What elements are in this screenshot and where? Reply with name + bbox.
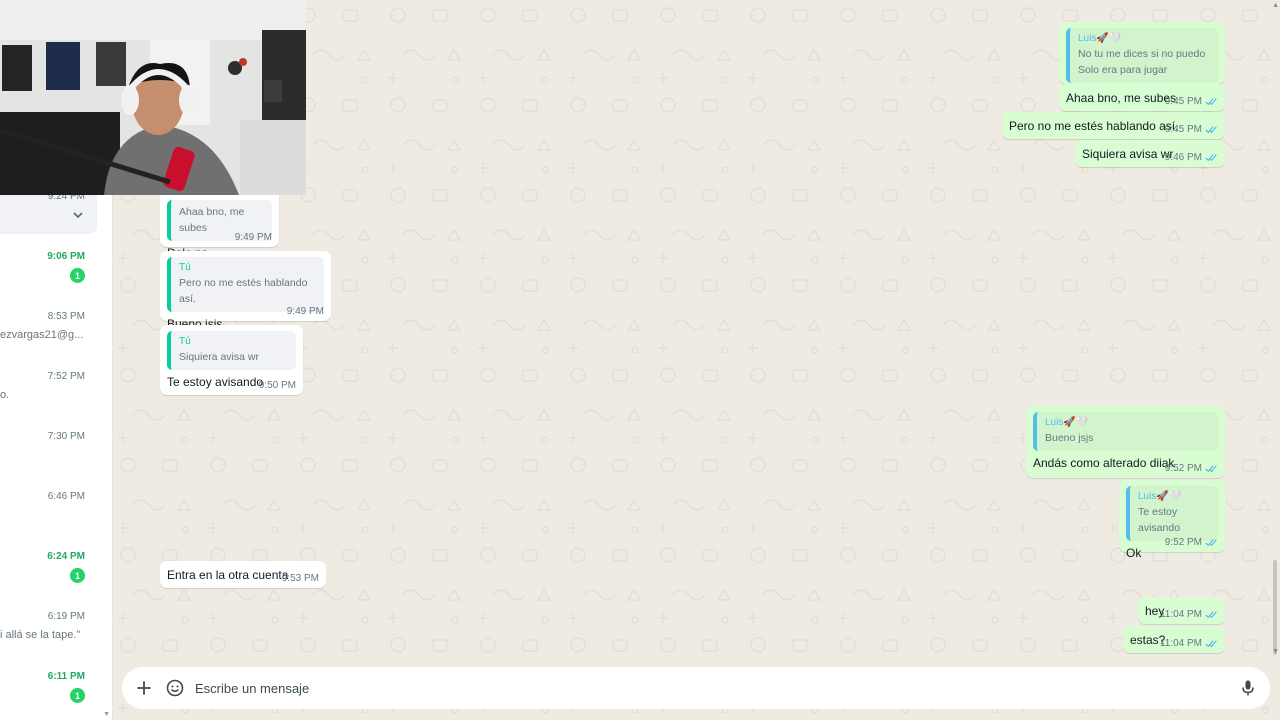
chat-time: 6:24 PM [47, 551, 85, 562]
message-time: 9:50 PM [258, 380, 296, 391]
read-ticks-icon [1205, 465, 1217, 473]
quoted-author: Tú [179, 336, 191, 347]
chat-list-item[interactable]: 6:24 PM 1 [0, 551, 112, 611]
message-meta: 9:52 PM [1165, 537, 1218, 548]
chat-list-item[interactable]: 6:11 PM 1 [0, 671, 112, 720]
quoted-text-line-1: No tu me dices si no puedo [1078, 48, 1206, 60]
message-text: Ahaa bno, me subes [1066, 91, 1177, 105]
scroll-down-arrow-icon[interactable]: ▼ [1272, 648, 1279, 655]
message-text: Andás como alterado diiak [1033, 456, 1175, 470]
message-meta: 9:53 PM [282, 573, 319, 584]
chat-snippet: i allá se la tape." [0, 629, 81, 641]
chat-list-item[interactable]: 7:52 PM o. [0, 371, 112, 431]
chat-time: 9:06 PM [47, 251, 85, 262]
read-ticks-icon [1205, 98, 1217, 106]
read-ticks-icon [1205, 640, 1217, 648]
quoted-text: Siquiera avisa wr [179, 351, 259, 363]
chevron-down-icon[interactable] [71, 208, 85, 222]
webcam-overlay [0, 0, 306, 195]
unread-badge: 1 [70, 688, 85, 703]
sticker-icon[interactable] [165, 678, 185, 698]
message-time: 9:53 PM [281, 573, 319, 584]
outgoing-message[interactable]: hey 11:04 PM [1138, 597, 1225, 624]
message-text: Siquiera avisa wr [1082, 147, 1174, 161]
message-meta: 11:04 PM [1160, 609, 1218, 620]
incoming-message[interactable]: Entra en la otra cuenta 9:53 PM [160, 561, 326, 588]
outgoing-message[interactable]: estas? 11:04 PM [1123, 626, 1225, 653]
chat-snippet: o. [0, 389, 10, 401]
quoted-author: Tú [179, 262, 191, 273]
scroll-down-arrow-icon[interactable]: ▼ [103, 711, 110, 718]
chat-list-item[interactable]: 9:06 PM 1 [0, 251, 112, 311]
chat-scrollbar-thumb[interactable] [1273, 560, 1277, 655]
message-meta: 9:52 PM [1165, 463, 1218, 474]
message-meta: 9:45 PM [1165, 124, 1218, 135]
chat-time: 8:53 PM [47, 311, 85, 322]
message-text: Te estoy avisando [167, 375, 264, 389]
quoted-author: Luis🚀🤍 [1078, 33, 1122, 44]
quoted-author: Luis🚀🤍 [1045, 417, 1089, 428]
message-time: 9:46 PM [1164, 152, 1202, 163]
chat-time: 7:30 PM [47, 431, 85, 442]
quoted-message[interactable]: Luis🚀🤍 Te estoy avisando [1126, 486, 1218, 541]
read-ticks-icon [1205, 611, 1217, 619]
quoted-message[interactable]: Luis🚀🤍 No tu me dices si no puedo Solo e… [1066, 28, 1218, 83]
read-ticks-icon [1205, 126, 1217, 134]
chat-list-item[interactable]: 6:46 PM [0, 491, 112, 551]
outgoing-message[interactable]: Siquiera avisa wr 9:46 PM [1075, 140, 1225, 167]
chat-time: 7:52 PM [47, 371, 85, 382]
message-time: 9:45 PM [1164, 96, 1202, 107]
chat-time: 6:19 PM [47, 611, 85, 622]
message-time: 11:04 PM [1159, 638, 1202, 649]
message-time: 9:49 PM [234, 232, 272, 243]
message-meta: 9:45 PM [1165, 96, 1218, 107]
quoted-text: Pero no me estés hablando así. [179, 277, 308, 305]
chat-snippet: ezvargas21@g... [0, 329, 84, 341]
quoted-message[interactable]: Luis🚀🤍 Bueno jsjs [1033, 412, 1218, 451]
message-composer [122, 667, 1270, 709]
message-input[interactable] [195, 678, 1205, 698]
incoming-message[interactable]: Tú Siquiera avisa wr Te estoy avisando 9… [160, 325, 303, 395]
message-meta: 11:04 PM [1160, 638, 1218, 649]
chat-time: 6:11 PM [47, 671, 85, 682]
microphone-icon[interactable] [1238, 678, 1258, 698]
message-time: 9:49 PM [286, 306, 324, 317]
quoted-author: Luis🚀🤍 [1138, 491, 1182, 502]
outgoing-message-quote-only[interactable]: Luis🚀🤍 No tu me dices si no puedo Solo e… [1059, 22, 1225, 84]
chat-list-item[interactable]: 7:30 PM [0, 431, 112, 491]
plus-icon[interactable] [134, 678, 154, 698]
incoming-message[interactable]: Tú Pero no me estés hablando así. Bueno … [160, 251, 331, 331]
scroll-up-arrow-icon[interactable]: ▲ [1272, 2, 1279, 9]
chat-list-item[interactable]: 8:53 PM ezvargas21@g... [0, 311, 112, 371]
quoted-text: Bueno jsjs [1045, 432, 1094, 444]
quoted-message[interactable]: Tú Pero no me estés hablando así. [167, 257, 324, 312]
message-text: Pero no me estés hablando así. [1009, 119, 1179, 133]
message-meta: 9:49 PM [287, 306, 324, 317]
read-ticks-icon [1205, 539, 1217, 547]
message-time: 11:04 PM [1159, 609, 1202, 620]
message-meta: 9:50 PM [259, 380, 296, 391]
message-text: Ok [1126, 546, 1142, 560]
unread-badge: 1 [70, 268, 85, 283]
message-text: Entra en la otra cuenta [167, 568, 289, 582]
outgoing-message[interactable]: Ahaa bno, me subes 9:45 PM [1059, 84, 1225, 111]
message-time: 9:45 PM [1164, 124, 1202, 135]
message-meta: 9:46 PM [1165, 152, 1218, 163]
unread-badge: 1 [70, 568, 85, 583]
chat-list-item[interactable]: 6:19 PM i allá se la tape." [0, 611, 112, 671]
outgoing-message[interactable]: Luis🚀🤍 Te estoy avisando Ok 9:52 PM [1119, 480, 1225, 560]
outgoing-message[interactable]: Luis🚀🤍 Bueno jsjs Andás como alterado di… [1026, 406, 1225, 478]
chat-time: 6:46 PM [47, 491, 85, 502]
quoted-message[interactable]: Tú Siquiera avisa wr [167, 331, 296, 370]
quoted-text-line-2: Solo era para jugar [1078, 64, 1168, 76]
message-time: 9:52 PM [1164, 463, 1202, 474]
outgoing-message[interactable]: Pero no me estés hablando así. 9:45 PM [1002, 112, 1225, 139]
read-ticks-icon [1205, 154, 1217, 162]
quoted-text: Te estoy avisando [1138, 506, 1181, 534]
message-time: 9:52 PM [1164, 537, 1202, 548]
message-meta: 9:49 PM [235, 232, 272, 243]
